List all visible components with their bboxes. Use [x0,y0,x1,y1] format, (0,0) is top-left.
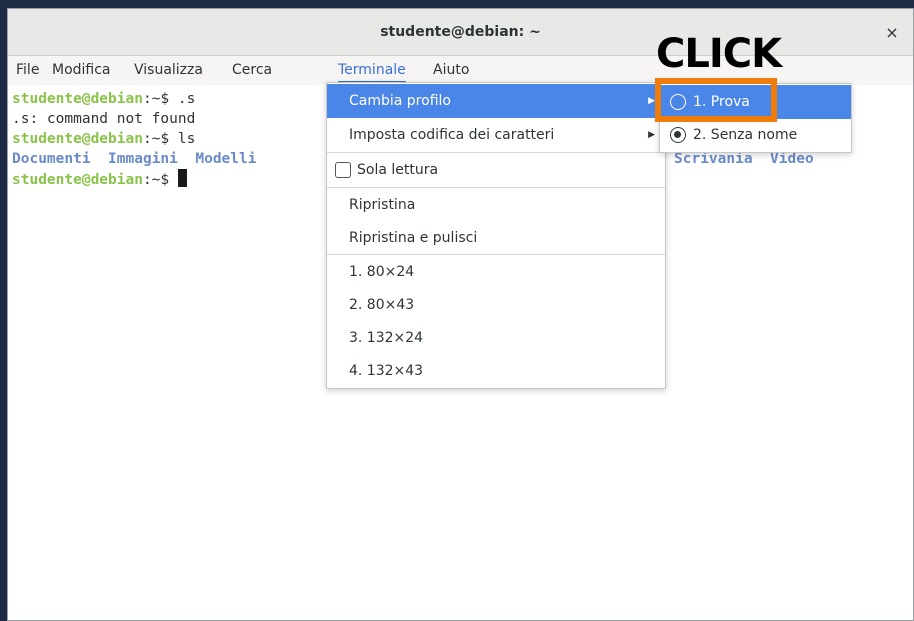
terminal-line: studente@debian:~$ ls [12,129,195,149]
menu-item-size-80x43[interactable]: 2. 80×43 [327,288,665,322]
prompt-user-host: studente@debian [12,172,143,188]
click-annotation-box [655,78,777,122]
menu-item-size-132x24[interactable]: 3. 132×24 [327,321,665,355]
menu-terminale-label: Terminale [338,62,406,78]
menu-modifica[interactable]: Modifica [52,56,111,85]
radio-checked-icon [670,127,686,143]
menu-cerca[interactable]: Cerca [232,56,272,85]
terminal-line: .s: command not found [12,109,195,129]
terminale-dropdown-menu: Cambia profilo ▶ Imposta codifica dei ca… [326,82,666,389]
menu-item-size-80x24[interactable]: 1. 80×24 [327,255,665,289]
prompt-suffix: :~$ [142,91,178,107]
submenu-item-senza-nome[interactable]: 2. Senza nome [660,118,851,152]
menu-terminale[interactable]: Terminale [338,56,406,85]
terminal-line: Documenti Immagini Modelli [12,149,256,169]
menu-item-label: Imposta codifica dei caratteri [349,127,555,143]
menu-file[interactable]: File [16,56,39,85]
menu-item-label: Sola lettura [357,162,439,178]
prompt-user-host: studente@debian [12,131,143,147]
terminal-line: studente@debian:~$ .s [12,89,195,109]
menu-item-ripristina[interactable]: Ripristina [327,188,665,222]
prompt-suffix: :~$ [142,131,178,147]
menu-item-size-132x43[interactable]: 4. 132×43 [327,354,665,388]
menu-item-sola-lettura[interactable]: Sola lettura [327,153,665,187]
command-text: ls [177,131,196,147]
menu-item-cambia-profilo[interactable]: Cambia profilo ▶ [327,84,665,118]
menu-visualizza[interactable]: Visualizza [134,56,203,85]
click-annotation-label: CLICK [656,31,782,77]
submenu-arrow-icon: ▶ [648,130,655,140]
menu-item-label: Ripristina [349,197,416,213]
menu-item-label: Cambia profilo [349,93,451,109]
submenu-arrow-icon: ▶ [648,96,655,106]
close-icon[interactable]: × [881,22,903,44]
prompt-user-host: studente@debian [12,91,143,107]
dir-immagini: Immagini [108,151,178,167]
prompt-suffix: :~$ [142,172,178,188]
dir-modelli: Modelli [195,151,257,167]
command-text: .s [177,91,196,107]
dir-documenti: Documenti [12,151,91,167]
menu-item-ripristina-pulisci[interactable]: Ripristina e pulisci [327,221,665,255]
output-text: .s: command not found [12,111,196,127]
text-cursor [177,169,187,187]
menu-item-label: Ripristina e pulisci [349,230,478,246]
menu-item-label: 1. 80×24 [349,264,415,280]
dir-scrivania: Scrivania [674,151,753,167]
terminal-line: studente@debian:~$ [12,169,187,189]
menu-item-imposta-codifica[interactable]: Imposta codifica dei caratteri ▶ [327,118,665,152]
menu-item-label: 3. 132×24 [349,330,424,346]
menu-aiuto[interactable]: Aiuto [433,56,469,85]
submenu-item-label: 2. Senza nome [693,127,798,143]
checkbox-icon[interactable] [335,162,351,178]
dir-video: Video [770,151,814,167]
menu-item-label: 2. 80×43 [349,297,415,313]
menu-item-label: 4. 132×43 [349,363,424,379]
